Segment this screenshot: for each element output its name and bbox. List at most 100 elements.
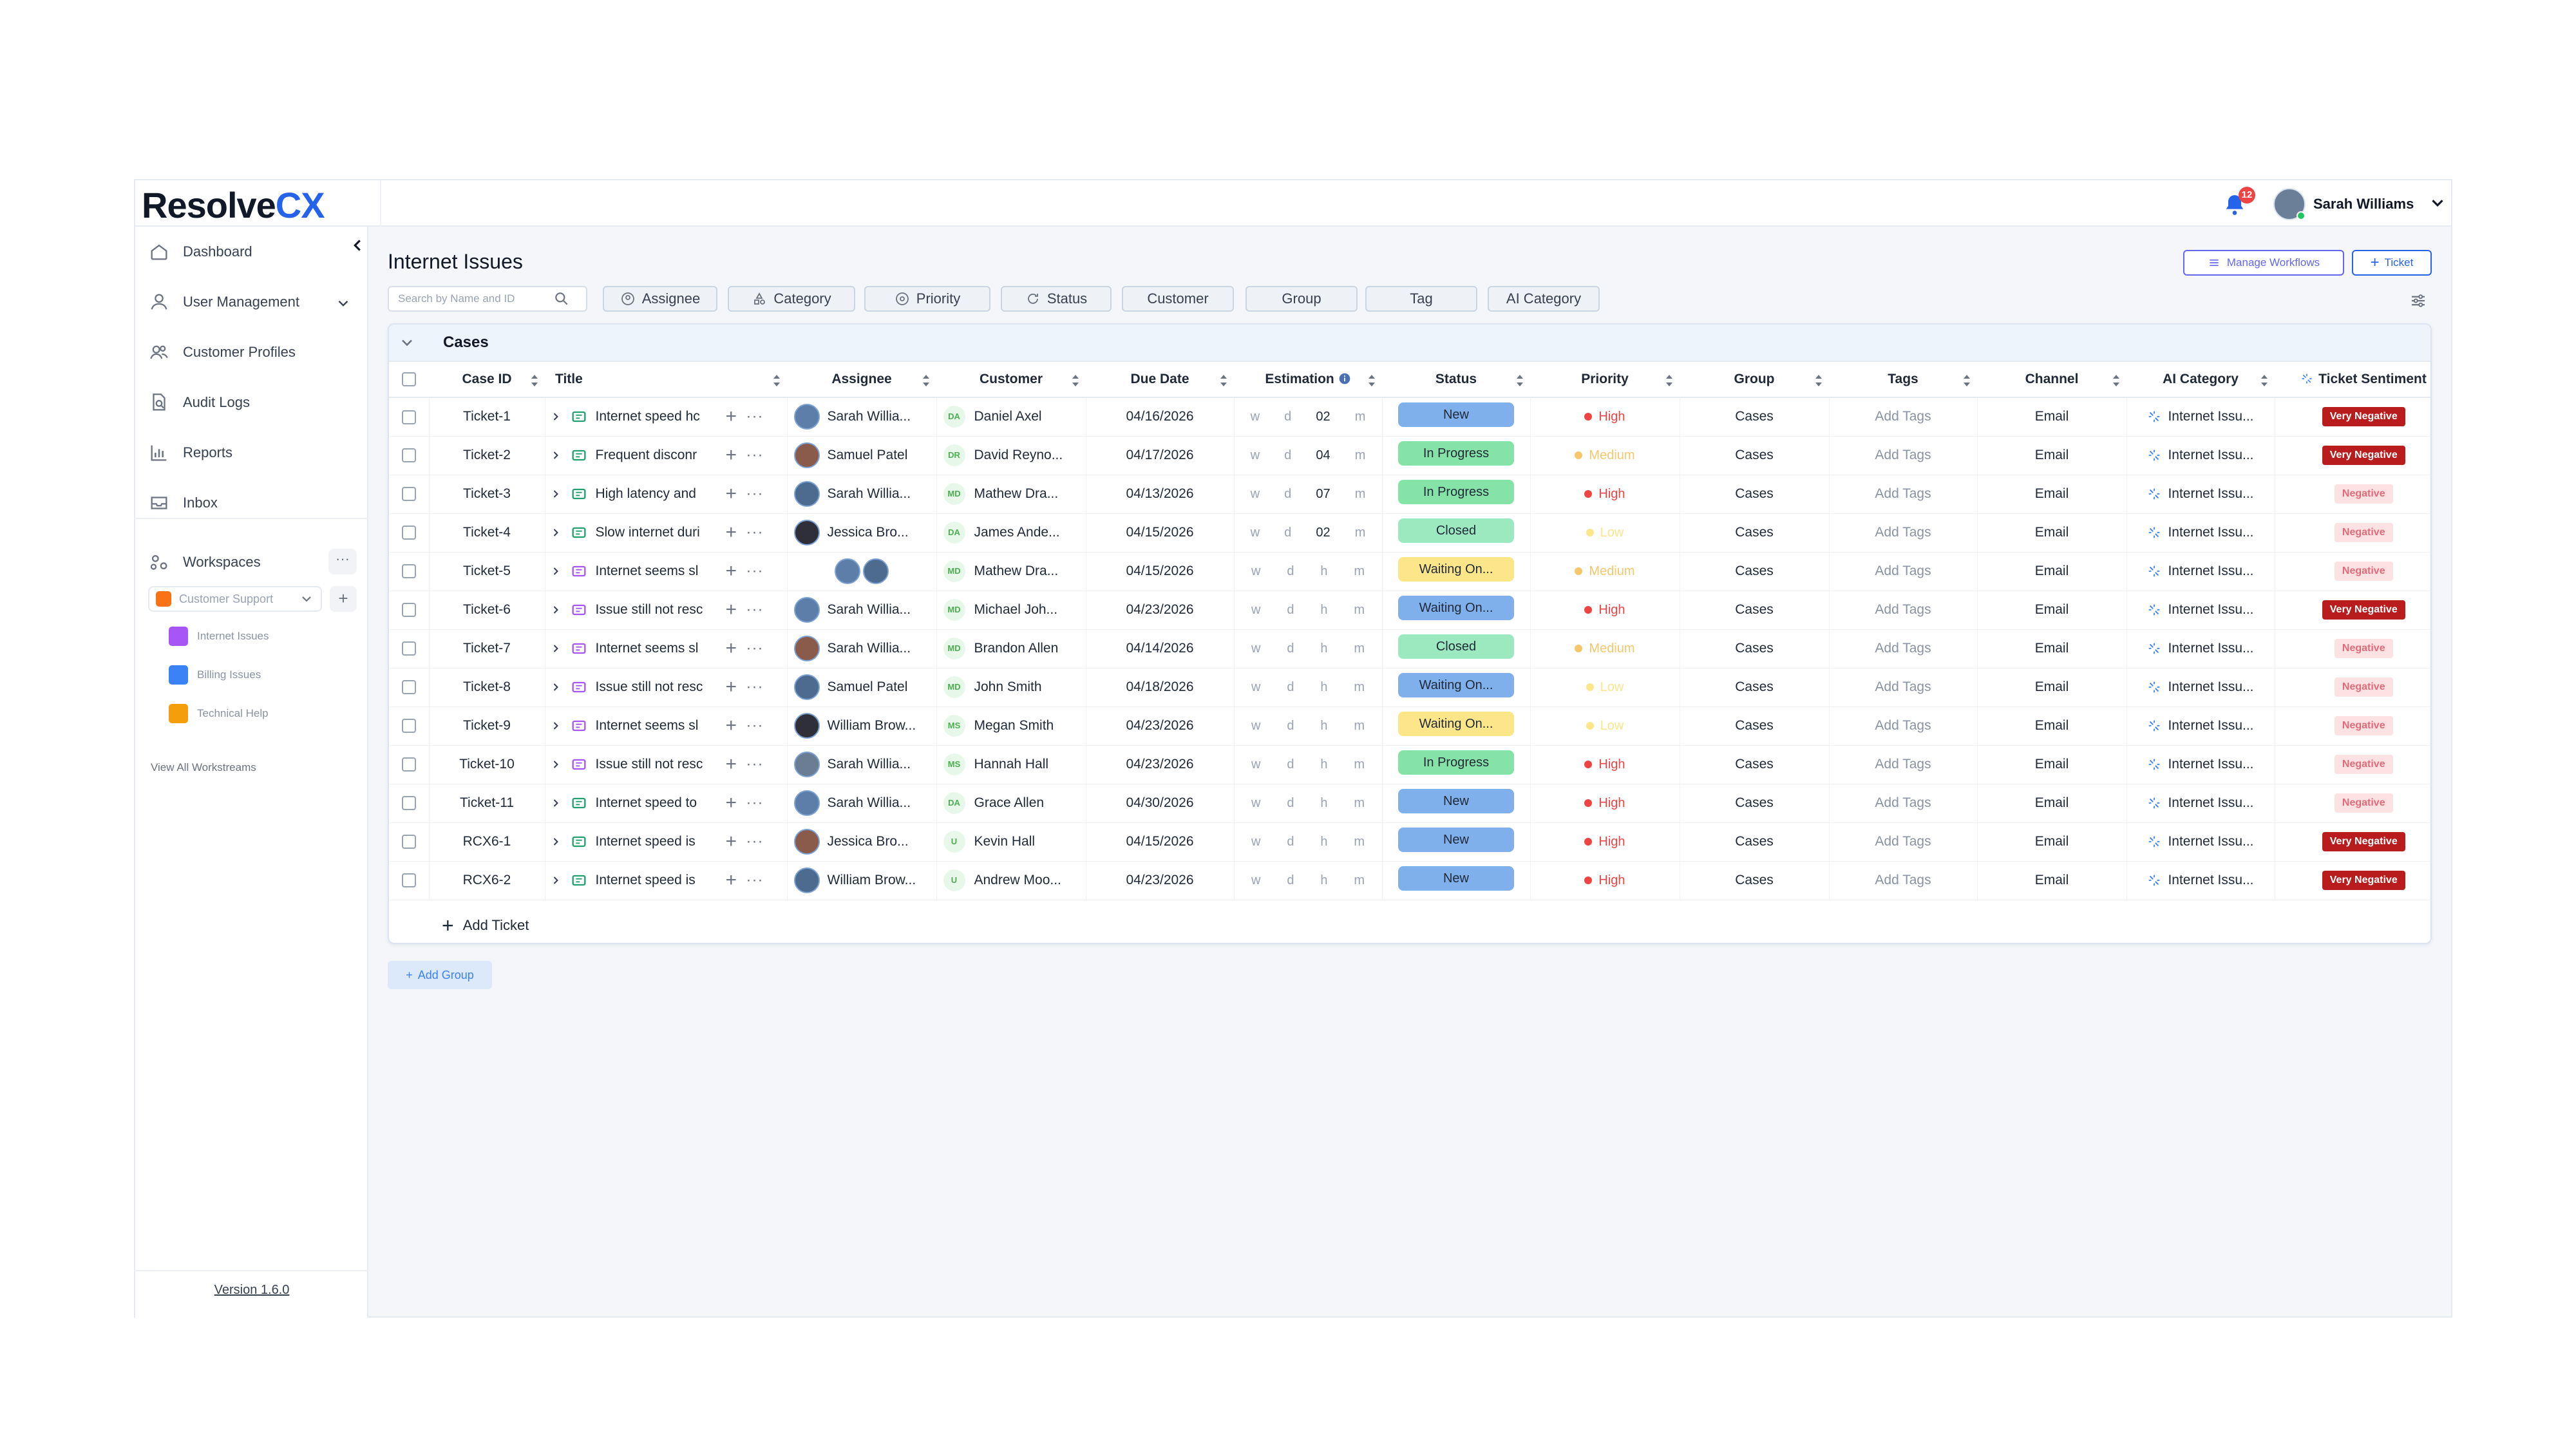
case-id-cell[interactable]: Ticket-6 bbox=[429, 591, 545, 630]
table-row[interactable]: Ticket-2 Frequent disconr + ··· Samuel P… bbox=[389, 436, 2430, 475]
channel-cell[interactable]: Email bbox=[1977, 552, 2127, 591]
status-cell[interactable]: Waiting On... bbox=[1382, 706, 1531, 746]
chevron-right-icon[interactable] bbox=[549, 449, 562, 462]
column-header-ai-category[interactable]: AI Category bbox=[2126, 361, 2275, 398]
chevron-right-icon[interactable] bbox=[549, 797, 562, 810]
chevron-right-icon[interactable] bbox=[549, 758, 562, 771]
priority-cell[interactable]: Medium bbox=[1530, 436, 1680, 475]
more-options-icon[interactable]: ··· bbox=[746, 755, 764, 773]
status-cell[interactable]: In Progress bbox=[1382, 475, 1531, 514]
table-row[interactable]: Ticket-5 Internet seems sl + ··· MD Mathe… bbox=[389, 552, 2430, 591]
assignee-cell[interactable]: Jessica Bro... bbox=[787, 513, 937, 553]
estimation-cell[interactable]: w d h m bbox=[1234, 552, 1383, 591]
search-input[interactable] bbox=[389, 292, 553, 305]
add-group-button[interactable]: + Add Group bbox=[388, 961, 492, 989]
more-options-icon[interactable]: ··· bbox=[746, 446, 764, 464]
customer-cell[interactable]: U Andrew Moo... bbox=[936, 861, 1086, 900]
column-header-status[interactable]: Status bbox=[1382, 361, 1530, 398]
column-header-due-date[interactable]: Due Date bbox=[1086, 361, 1234, 398]
sentiment-cell[interactable]: Negative bbox=[2275, 745, 2430, 784]
assignee-cell[interactable]: William Brow... bbox=[787, 706, 937, 746]
sort-icon[interactable] bbox=[1962, 374, 1972, 388]
case-id-cell[interactable]: Ticket-7 bbox=[429, 629, 545, 668]
tags-cell[interactable]: Add Tags bbox=[1829, 784, 1978, 823]
tags-cell[interactable]: Add Tags bbox=[1829, 629, 1978, 668]
case-id-cell[interactable]: Ticket-4 bbox=[429, 513, 545, 553]
customer-cell[interactable]: MS Megan Smith bbox=[936, 706, 1086, 746]
assignee-cell[interactable]: William Brow... bbox=[787, 861, 937, 900]
due-date-cell[interactable]: 04/17/2026 bbox=[1086, 436, 1235, 475]
customer-cell[interactable]: DR David Reyno... bbox=[936, 436, 1086, 475]
ai-category-cell[interactable]: Internet Issu... bbox=[2126, 745, 2275, 784]
case-id-cell[interactable]: RCX6-2 bbox=[429, 861, 545, 900]
sidebar-item-workspaces[interactable]: Workspaces bbox=[148, 546, 354, 578]
ai-category-cell[interactable]: Internet Issu... bbox=[2126, 436, 2275, 475]
tags-cell[interactable]: Add Tags bbox=[1829, 475, 1978, 514]
row-checkbox[interactable] bbox=[401, 487, 416, 502]
sentiment-cell[interactable]: Negative bbox=[2275, 706, 2430, 746]
sort-icon[interactable] bbox=[772, 374, 782, 388]
sentiment-cell[interactable]: Very Negative bbox=[2275, 822, 2430, 862]
case-id-cell[interactable]: Ticket-8 bbox=[429, 668, 545, 707]
ticket-title[interactable]: Internet speed is bbox=[596, 834, 718, 849]
status-cell[interactable]: Waiting On... bbox=[1382, 668, 1531, 707]
column-header-channel[interactable]: Channel bbox=[1977, 361, 2126, 398]
status-cell[interactable]: Waiting On... bbox=[1382, 591, 1531, 630]
ticket-title[interactable]: Internet speed hc bbox=[596, 409, 718, 424]
column-header-estimation[interactable]: Estimation bbox=[1234, 361, 1382, 398]
app-logo[interactable]: ResolveCX bbox=[142, 184, 325, 226]
case-id-cell[interactable]: Ticket-5 bbox=[429, 552, 545, 591]
assignee-cell[interactable]: Sarah Willia... bbox=[787, 397, 937, 437]
due-date-cell[interactable]: 04/15/2026 bbox=[1086, 822, 1235, 862]
filter-tag[interactable]: Tag bbox=[1365, 286, 1477, 312]
ticket-title[interactable]: Internet speed is bbox=[596, 873, 718, 888]
tags-cell[interactable]: Add Tags bbox=[1829, 436, 1978, 475]
customer-cell[interactable]: U Kevin Hall bbox=[936, 822, 1086, 862]
case-id-cell[interactable]: Ticket-10 bbox=[429, 745, 545, 784]
filter-ai-category[interactable]: AI Category bbox=[1488, 286, 1600, 312]
chevron-right-icon[interactable] bbox=[549, 642, 562, 655]
sidebar-item-inbox[interactable]: Inbox bbox=[148, 487, 354, 519]
customer-cell[interactable]: MD John Smith bbox=[936, 668, 1086, 707]
group-cell[interactable]: Cases bbox=[1680, 629, 1830, 668]
ai-category-cell[interactable]: Internet Issu... bbox=[2126, 861, 2275, 900]
case-id-cell[interactable]: Ticket-3 bbox=[429, 475, 545, 514]
assignee-cell[interactable]: Samuel Patel bbox=[787, 668, 937, 707]
chevron-right-icon[interactable] bbox=[549, 874, 562, 887]
table-row[interactable]: Ticket-3 High latency and + ··· Sarah Wi… bbox=[389, 475, 2430, 514]
assignee-cell[interactable]: Jessica Bro... bbox=[787, 822, 937, 862]
due-date-cell[interactable]: 04/18/2026 bbox=[1086, 668, 1235, 707]
tags-cell[interactable]: Add Tags bbox=[1829, 591, 1978, 630]
assignee-cell[interactable]: Sarah Willia... bbox=[787, 591, 937, 630]
estimation-cell[interactable]: w d 02 m bbox=[1234, 397, 1383, 437]
priority-cell[interactable]: Low bbox=[1530, 668, 1680, 707]
customer-cell[interactable]: DA James Ande... bbox=[936, 513, 1086, 553]
sort-icon[interactable] bbox=[1814, 374, 1824, 388]
ticket-title[interactable]: Issue still not resc bbox=[596, 757, 718, 772]
ai-category-cell[interactable]: Internet Issu... bbox=[2126, 668, 2275, 707]
version-link[interactable]: Version 1.6.0 bbox=[135, 1283, 368, 1298]
group-header[interactable]: Cases bbox=[389, 325, 2430, 361]
due-date-cell[interactable]: 04/14/2026 bbox=[1086, 629, 1235, 668]
ai-category-cell[interactable]: Internet Issu... bbox=[2126, 397, 2275, 437]
group-cell[interactable]: Cases bbox=[1680, 745, 1830, 784]
add-subtask-icon[interactable]: + bbox=[726, 871, 739, 890]
due-date-cell[interactable]: 04/16/2026 bbox=[1086, 397, 1235, 437]
estimation-cell[interactable]: w d h m bbox=[1234, 591, 1383, 630]
ai-category-cell[interactable]: Internet Issu... bbox=[2126, 552, 2275, 591]
case-id-cell[interactable]: Ticket-2 bbox=[429, 436, 545, 475]
ticket-title[interactable]: Internet seems sl bbox=[596, 641, 718, 656]
chevron-right-icon[interactable] bbox=[549, 681, 562, 694]
tags-cell[interactable]: Add Tags bbox=[1829, 706, 1978, 746]
channel-cell[interactable]: Email bbox=[1977, 591, 2127, 630]
column-header-title[interactable]: Title bbox=[545, 361, 787, 398]
row-checkbox[interactable] bbox=[401, 448, 416, 463]
chevron-right-icon[interactable] bbox=[549, 565, 562, 578]
ai-category-cell[interactable]: Internet Issu... bbox=[2126, 591, 2275, 630]
row-checkbox[interactable] bbox=[401, 603, 416, 618]
priority-cell[interactable]: High bbox=[1530, 822, 1680, 862]
filter-status[interactable]: Status bbox=[1001, 286, 1112, 312]
customer-cell[interactable]: MD Mathew Dra... bbox=[936, 552, 1086, 591]
tags-cell[interactable]: Add Tags bbox=[1829, 552, 1978, 591]
group-cell[interactable]: Cases bbox=[1680, 397, 1830, 437]
